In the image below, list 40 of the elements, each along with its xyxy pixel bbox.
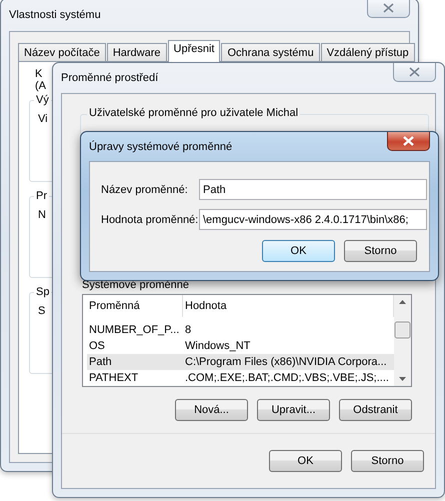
group-text: S — [38, 305, 46, 317]
list-row[interactable]: PATHEXT .COM;.EXE;.BAT;.CMD;.VBS;.VBE;.JS;.... — [87, 370, 394, 386]
description-text: (A — [35, 80, 46, 92]
close-icon — [403, 136, 414, 146]
dialog-button[interactable]: OK — [269, 450, 342, 472]
list-row[interactable]: Path C:\Program Files (x86)\NVIDIA Corpora... — [87, 354, 394, 370]
group-label: Pr — [34, 190, 49, 202]
input-field[interactable]: Path — [199, 179, 427, 200]
column-header[interactable]: Proměnná — [87, 295, 183, 317]
list-button[interactable]: Nová... — [175, 399, 248, 421]
group-label: Vý — [34, 94, 51, 106]
variable-list[interactable]: Proměnná Hodnota NUMBER_OF_P... 8 OS Windows_NT Path C:\Program Files (x86)\NVIDIA Corpora... PATHEXT .COM;.EXE;.BAT;.CMD;.VBS;.VBE;.JS;.... — [82, 294, 412, 387]
dialog-button[interactable]: Storno — [351, 450, 424, 472]
window-title: Proměnné prostředí — [61, 72, 158, 84]
close-icon — [383, 3, 394, 13]
close-icon — [409, 67, 420, 77]
window-title: Úpravy systémové proměnné — [89, 140, 232, 152]
scrollbar[interactable] — [394, 295, 411, 386]
list-row[interactable]: OS Windows_NT — [87, 338, 394, 354]
tab[interactable]: Upřesnit — [168, 40, 220, 62]
dialog-button[interactable]: OK — [262, 240, 335, 262]
group-label: Sp — [34, 286, 52, 298]
dialog-button[interactable]: Storno — [344, 240, 417, 262]
tab[interactable]: Ochrana systému — [221, 43, 320, 62]
input-field[interactable]: \emgucv-windows-x86 2.4.0.1717\bin\x86; — [199, 209, 427, 230]
tab[interactable]: Hardware — [106, 43, 167, 62]
list-button[interactable]: Upravit... — [257, 399, 330, 421]
field-label: Název proměnné: — [100, 184, 189, 196]
group-label: Uživatelské proměnné pro uživatele Michal — [87, 107, 300, 119]
tab[interactable]: Název počítače — [18, 43, 106, 62]
section-label: Systémové proměnné — [82, 279, 190, 291]
field-label: Hodnota proměnné: — [100, 214, 199, 226]
group-text: N — [38, 209, 46, 221]
list-button[interactable]: Odstranit — [339, 399, 412, 421]
description-text: K — [35, 68, 42, 80]
window-title: Vlastnosti systému — [9, 9, 101, 21]
group-text: Vi — [38, 113, 48, 125]
list-row[interactable]: NUMBER_OF_P... 8 — [87, 322, 394, 338]
tab[interactable]: Vzdálený přístup — [320, 43, 415, 62]
close-button[interactable] — [387, 132, 430, 151]
